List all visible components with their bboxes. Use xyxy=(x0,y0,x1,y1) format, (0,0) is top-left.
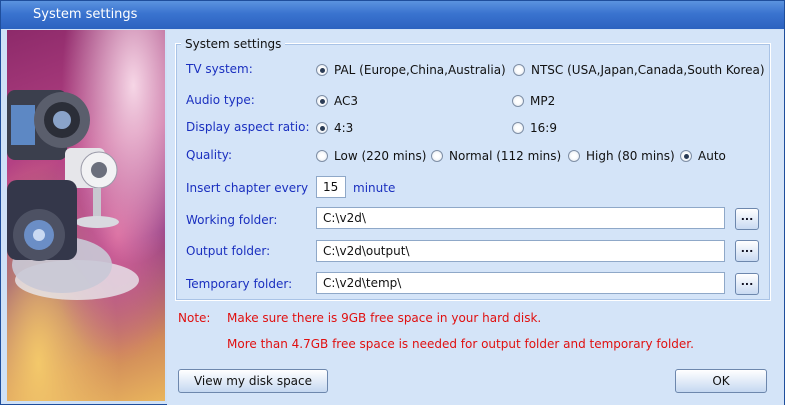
settings-window: System settings System settings TV syste… xyxy=(0,0,785,405)
view-disk-space-button[interactable]: View my disk space xyxy=(178,369,328,393)
ok-button[interactable]: OK xyxy=(675,369,767,393)
radio-label: MP2 xyxy=(530,94,556,108)
radio-label: High (80 mins) xyxy=(586,149,675,163)
radio-indicator xyxy=(316,122,328,134)
aspect-ratio-label: Display aspect ratio: xyxy=(186,120,310,134)
working-folder-browse-button[interactable]: ... xyxy=(735,208,759,230)
radio-indicator xyxy=(316,150,328,162)
radio-aspect-4-3[interactable]: 4:3 xyxy=(316,121,353,135)
working-folder-label: Working folder: xyxy=(186,213,278,227)
radio-label: 4:3 xyxy=(334,121,354,135)
radio-quality-auto[interactable]: Auto xyxy=(680,149,726,163)
radio-quality-high[interactable]: High (80 mins) xyxy=(568,149,675,163)
audio-type-label: Audio type: xyxy=(186,93,255,107)
radio-indicator xyxy=(568,150,580,162)
note-label: Note: xyxy=(178,311,211,325)
radio-indicator xyxy=(316,64,328,76)
chapter-label: Insert chapter every xyxy=(186,181,309,195)
radio-audio-ac3[interactable]: AC3 xyxy=(316,94,358,108)
radio-label: Auto xyxy=(698,149,726,163)
radio-quality-normal[interactable]: Normal (112 mins) xyxy=(431,149,561,163)
camera-illustration xyxy=(7,30,165,401)
temporary-folder-label: Temporary folder: xyxy=(186,277,293,291)
output-folder-label: Output folder: xyxy=(186,244,271,258)
radio-indicator xyxy=(431,150,443,162)
output-folder-input[interactable]: C:\v2d\output\ xyxy=(316,240,725,262)
radio-indicator xyxy=(512,95,524,107)
radio-label: 16:9 xyxy=(530,121,557,135)
radio-label: AC3 xyxy=(334,94,359,108)
radio-tv-ntsc[interactable]: NTSC (USA,Japan,Canada,South Korea) xyxy=(513,63,765,77)
temporary-folder-browse-button[interactable]: ... xyxy=(735,273,759,295)
radio-label: NTSC (USA,Japan,Canada,South Korea) xyxy=(531,63,765,77)
radio-label: PAL (Europe,China,Australia) xyxy=(334,63,506,77)
working-folder-input[interactable]: C:\v2d\ xyxy=(316,207,725,229)
radio-aspect-16-9[interactable]: 16:9 xyxy=(512,121,557,135)
note-disk-space: Make sure there is 9GB free space in you… xyxy=(227,311,542,325)
note-output-space: More than 4.7GB free space is needed for… xyxy=(227,337,694,351)
radio-indicator xyxy=(316,95,328,107)
output-folder-browse-button[interactable]: ... xyxy=(735,240,759,262)
tv-system-label: TV system: xyxy=(186,62,253,76)
chapter-unit-label: minute xyxy=(353,181,396,195)
window-title: System settings xyxy=(1,1,784,29)
temporary-folder-input[interactable]: C:\v2d\temp\ xyxy=(316,272,725,294)
radio-indicator xyxy=(513,64,525,76)
quality-label: Quality: xyxy=(186,148,233,162)
settings-group xyxy=(175,43,771,301)
radio-audio-mp2[interactable]: MP2 xyxy=(512,94,555,108)
group-title: System settings xyxy=(181,37,286,51)
radio-indicator xyxy=(512,122,524,134)
radio-indicator xyxy=(680,150,692,162)
radio-tv-pal[interactable]: PAL (Europe,China,Australia) xyxy=(316,63,506,77)
chapter-interval-input[interactable]: 15 xyxy=(316,176,346,198)
radio-quality-low[interactable]: Low (220 mins) xyxy=(316,149,426,163)
radio-label: Normal (112 mins) xyxy=(449,149,562,163)
radio-label: Low (220 mins) xyxy=(334,149,427,163)
